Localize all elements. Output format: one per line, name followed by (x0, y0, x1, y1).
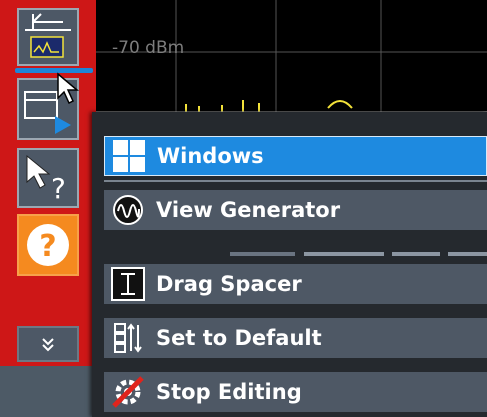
drag-spacer-icon (110, 266, 146, 302)
menu-separator (104, 180, 487, 182)
menu-item-stop-editing[interactable]: Stop Editing (104, 372, 487, 412)
mouse-cursor-icon (57, 72, 80, 105)
pointer-question-icon: ? (26, 154, 66, 205)
menu-item-set-to-default[interactable]: Set to Default (104, 318, 487, 358)
help-icon: ? (27, 224, 69, 266)
context-help-button[interactable]: ? (17, 148, 79, 208)
menu-item-label: Windows (157, 144, 264, 168)
menu-item-label: Drag Spacer (156, 272, 302, 296)
menu-item-windows[interactable]: Windows (104, 136, 487, 176)
spectrum-view-button[interactable] (17, 8, 79, 66)
tab-strip (230, 252, 295, 256)
spectrum-window-icon (25, 13, 71, 58)
side-toolbar: ? ? (0, 0, 96, 417)
set-default-icon (110, 320, 146, 356)
menu-item-label: Set to Default (156, 326, 322, 350)
help-button[interactable]: ? (17, 214, 79, 276)
waveform-icon (110, 192, 146, 228)
tab-strip (392, 252, 440, 256)
menu-item-label: Stop Editing (156, 380, 302, 404)
more-button[interactable] (17, 326, 79, 362)
svg-text:?: ? (39, 229, 56, 264)
menu-item-drag-spacer[interactable]: Drag Spacer (104, 264, 487, 304)
tab-strip (448, 252, 487, 256)
tab-strip (304, 252, 384, 256)
reference-level-label: -70 dBm (112, 38, 185, 58)
windows-icon (111, 138, 147, 174)
spectrum-trace (185, 100, 353, 112)
menu-item-label: View Generator (156, 198, 341, 222)
menu-item-view-generator[interactable]: View Generator (104, 190, 487, 230)
stop-editing-icon (110, 374, 146, 410)
svg-text:?: ? (51, 172, 66, 205)
double-chevron-down-icon (42, 338, 54, 352)
